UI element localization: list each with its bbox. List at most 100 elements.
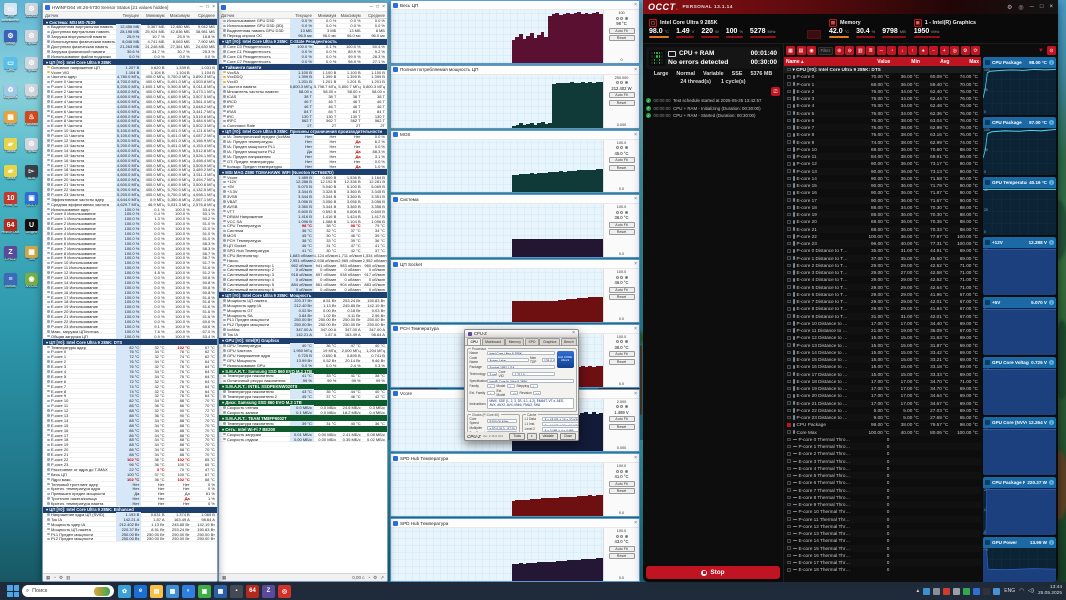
sensor-row[interactable]: E-core 2 Distance to T… 29.00 °C 29.00 °C 4…: [784, 262, 981, 269]
desktop-icon-ddu[interactable]: ▻ DDU: [21, 165, 42, 191]
graph-tile-header[interactable]: CPU Package Po…220.37 Wi: [983, 477, 1056, 488]
sensor-row[interactable]: E-core 7 Thermal Thro… 0: [784, 486, 981, 494]
close-icon[interactable]: ×: [212, 4, 215, 10]
graph-titlebar[interactable]: Весь ЦП ×: [391, 1, 639, 10]
sensor-row[interactable]: Скорость отдачи 0.00 МБ/с 0.00 МБ/с 0.35 МБ…: [219, 436, 387, 443]
occt-graph-tile[interactable]: +5V 5.070 Vi 50: [983, 297, 1056, 355]
sensor-row[interactable]: Core Max 100.00 °C 40.00 °C 80.06 °C 100.00 …: [784, 428, 981, 436]
sensor-group-row[interactable]: ▾ CPU [#0]: Intel Core Ultra 9 285K: DTS: [784, 66, 981, 74]
occt-titlebar[interactable]: OCCT. PERSONAL 13.1.14 ⚙ ◎ ─ □ ×: [643, 0, 1058, 14]
maximize-icon[interactable]: □: [376, 4, 379, 10]
sensor-row[interactable]: E-core 6 Thermal Thro… 0: [784, 479, 981, 486]
desktop-icon-shortcut-gears[interactable]: ⚙ Ярлык: [21, 30, 42, 56]
graph-tile-header[interactable]: +5V 5.070 Vi: [983, 297, 1056, 308]
occt-graph-tile[interactable]: GPU Temperature 40.16 °C i 40 20 0: [983, 177, 1056, 235]
row-checkbox[interactable]: [787, 444, 791, 449]
row-checkbox[interactable]: [787, 89, 791, 94]
tray-chevron-icon[interactable]: ▴: [917, 588, 920, 594]
table-column-avg[interactable]: Avg: [922, 59, 952, 65]
sensor-row[interactable]: P-core 13 90.00 °C 36.00 °C 73.13 °C 90.00 °…: [784, 167, 981, 175]
sensor-row[interactable]: E-core 4 Distance to T… 29.00 °C 29.00 °C 4…: [784, 276, 981, 283]
row-checkbox[interactable]: [787, 307, 791, 311]
sensor-row[interactable]: Температура накопителя 2 45 °C 37 °C 46 °C 4…: [219, 394, 387, 400]
timer-icon[interactable]: ◔: [887, 46, 897, 55]
row-checkbox[interactable]: [787, 459, 791, 463]
row-checkbox[interactable]: [787, 118, 791, 123]
row-checkbox[interactable]: [787, 140, 791, 144]
column-header[interactable]: Среднее: [192, 13, 217, 18]
sensor-row[interactable]: P-core 1 68.00 °C 36.00 °C 59.40 °C 70.00 °C: [784, 80, 981, 88]
row-checkbox[interactable]: [787, 241, 791, 246]
sensor-row[interactable]: E-core 19 Distance to … 17.00 °C 17.00 °C 3…: [784, 385, 981, 393]
graph-tile-header[interactable]: GPU Core Voltage 0.725 Vi: [983, 357, 1056, 368]
sensor-row[interactable]: E-core 20 Distance to … 17.00 °C 17.00 °C 3…: [784, 392, 981, 399]
sensor-row[interactable]: E-core 2 Thermal Thro… 0: [784, 450, 981, 457]
clock[interactable]: 13:44 25.05.2025: [1038, 585, 1062, 596]
sensor-row[interactable]: E-core 4 Thermal Thro… 0: [784, 465, 981, 472]
scale-radios[interactable]: [615, 469, 628, 473]
close-icon[interactable]: ×: [634, 132, 637, 138]
row-checkbox[interactable]: [787, 546, 791, 550]
row-checkbox[interactable]: [787, 350, 791, 355]
row-checkbox[interactable]: [787, 560, 791, 565]
taskbar-app-app-green[interactable]: ▣: [198, 584, 211, 598]
sensor-row[interactable]: P-core 11 Thermal Thr… 0: [784, 515, 981, 523]
reset-button[interactable]: Reset: [608, 358, 635, 365]
row-checkbox[interactable]: [787, 249, 791, 253]
sensor-row[interactable]: Кольцо: Предел температуры Нет Нет Да 1.0 %: [219, 163, 387, 170]
row-checkbox[interactable]: [787, 104, 791, 108]
sensor-row[interactable]: E-core 17 Thermal Thr… 0: [784, 559, 981, 567]
row-checkbox[interactable]: [787, 212, 791, 217]
row-checkbox[interactable]: [787, 336, 791, 340]
sensor-row[interactable]: E-core 18 Thermal Thr… 0: [784, 566, 981, 573]
row-checkbox[interactable]: [787, 133, 791, 137]
target-icon[interactable]: ◎: [950, 46, 960, 55]
row-checkbox[interactable]: [787, 481, 791, 485]
row-checkbox[interactable]: [787, 321, 791, 326]
column-header[interactable]: Максимум: [338, 13, 362, 18]
desktop-icon-unigine[interactable]: U Unigine: [21, 219, 42, 245]
language-indicator[interactable]: ENG: [1004, 588, 1015, 594]
cpuz-tab-memory[interactable]: Memory: [505, 338, 525, 345]
occt-graph-tile[interactable]: CPU Package 98.00 °C i 100 50 0: [983, 57, 1056, 115]
sensor-row[interactable]: E-core 18 88.00 °C 34.00 °C 70.30 °C 88.00 °…: [784, 204, 981, 211]
sensor-row[interactable]: E-core 15 Thermal Thr… 0: [784, 544, 981, 552]
column-header[interactable]: Среднее: [363, 13, 387, 18]
row-checkbox[interactable]: [787, 415, 791, 420]
taskbar-app-cpu-z[interactable]: Z: [262, 584, 275, 598]
taskbar-app-edge[interactable]: e: [134, 584, 147, 598]
desktop-icon-computer[interactable]: ▭ Этот компьютер: [0, 3, 21, 29]
sensor-row[interactable]: Core C7 Резидентность 0.0 % 0.0 % 98.9 % 27.…: [219, 58, 387, 65]
sensor-row[interactable]: P-core 10 Distance to … 17.00 °C 17.00 °C 3…: [784, 320, 981, 327]
row-checkbox[interactable]: [787, 256, 791, 260]
sensor-row[interactable]: E-core 3 Distance to T… 29.00 °C 27.00 °C 4…: [784, 269, 981, 277]
auto-fit-button[interactable]: Auto Fit: [608, 545, 635, 552]
close-icon[interactable]: ×: [634, 520, 637, 526]
pin-icon[interactable]: ◎: [1018, 4, 1023, 11]
auto-fit-button[interactable]: Auto Fit: [608, 416, 635, 423]
desktop-icon-ram-tool[interactable]: ≡ usmus: [0, 273, 21, 299]
reset-button[interactable]: Reset: [608, 294, 635, 301]
close-icon[interactable]: ×: [572, 331, 575, 336]
graph-titlebar[interactable]: ЦП Socket ×: [391, 260, 639, 270]
mini-histogram-icon[interactable]: [807, 30, 821, 39]
row-checkbox[interactable]: [787, 183, 791, 188]
auto-fit-button[interactable]: Auto Fit: [608, 92, 635, 99]
tray-icon-6[interactable]: [973, 587, 981, 595]
sensor-row[interactable]: PL2 Предел мощности 250.00 Вт 250.00 Вт 250…: [43, 536, 217, 542]
desktop-icon-folder[interactable]: ▰ Папка: [0, 165, 21, 191]
row-checkbox[interactable]: [787, 488, 791, 492]
occt-graph-tile[interactable]: GPU Power 13.99 Wi 20100: [983, 537, 1056, 582]
rows-icon[interactable]: ≣: [866, 46, 876, 55]
sensor-row[interactable]: E-core 14 Distance to … 15.00 °C 15.00 °C 3…: [784, 349, 981, 356]
sensor-row[interactable]: P-core 23 Distance to … 9.00 °C 5.00 °C 27.…: [784, 414, 981, 422]
sensor-row[interactable]: E-core 16 90.00 °C 36.00 °C 71.87 °C 90.00 °…: [784, 189, 981, 196]
row-checkbox[interactable]: [787, 473, 791, 478]
row-checkbox[interactable]: [787, 191, 791, 195]
row-checkbox[interactable]: [787, 270, 791, 275]
tray-icon-7[interactable]: [983, 587, 991, 595]
cpuz-tab-cpu[interactable]: CPU: [467, 338, 482, 345]
row-checkbox[interactable]: [787, 278, 791, 282]
reset-button[interactable]: Reset: [608, 164, 635, 171]
graph-tile-header[interactable]: +12V 12.288 Vi: [983, 237, 1056, 248]
